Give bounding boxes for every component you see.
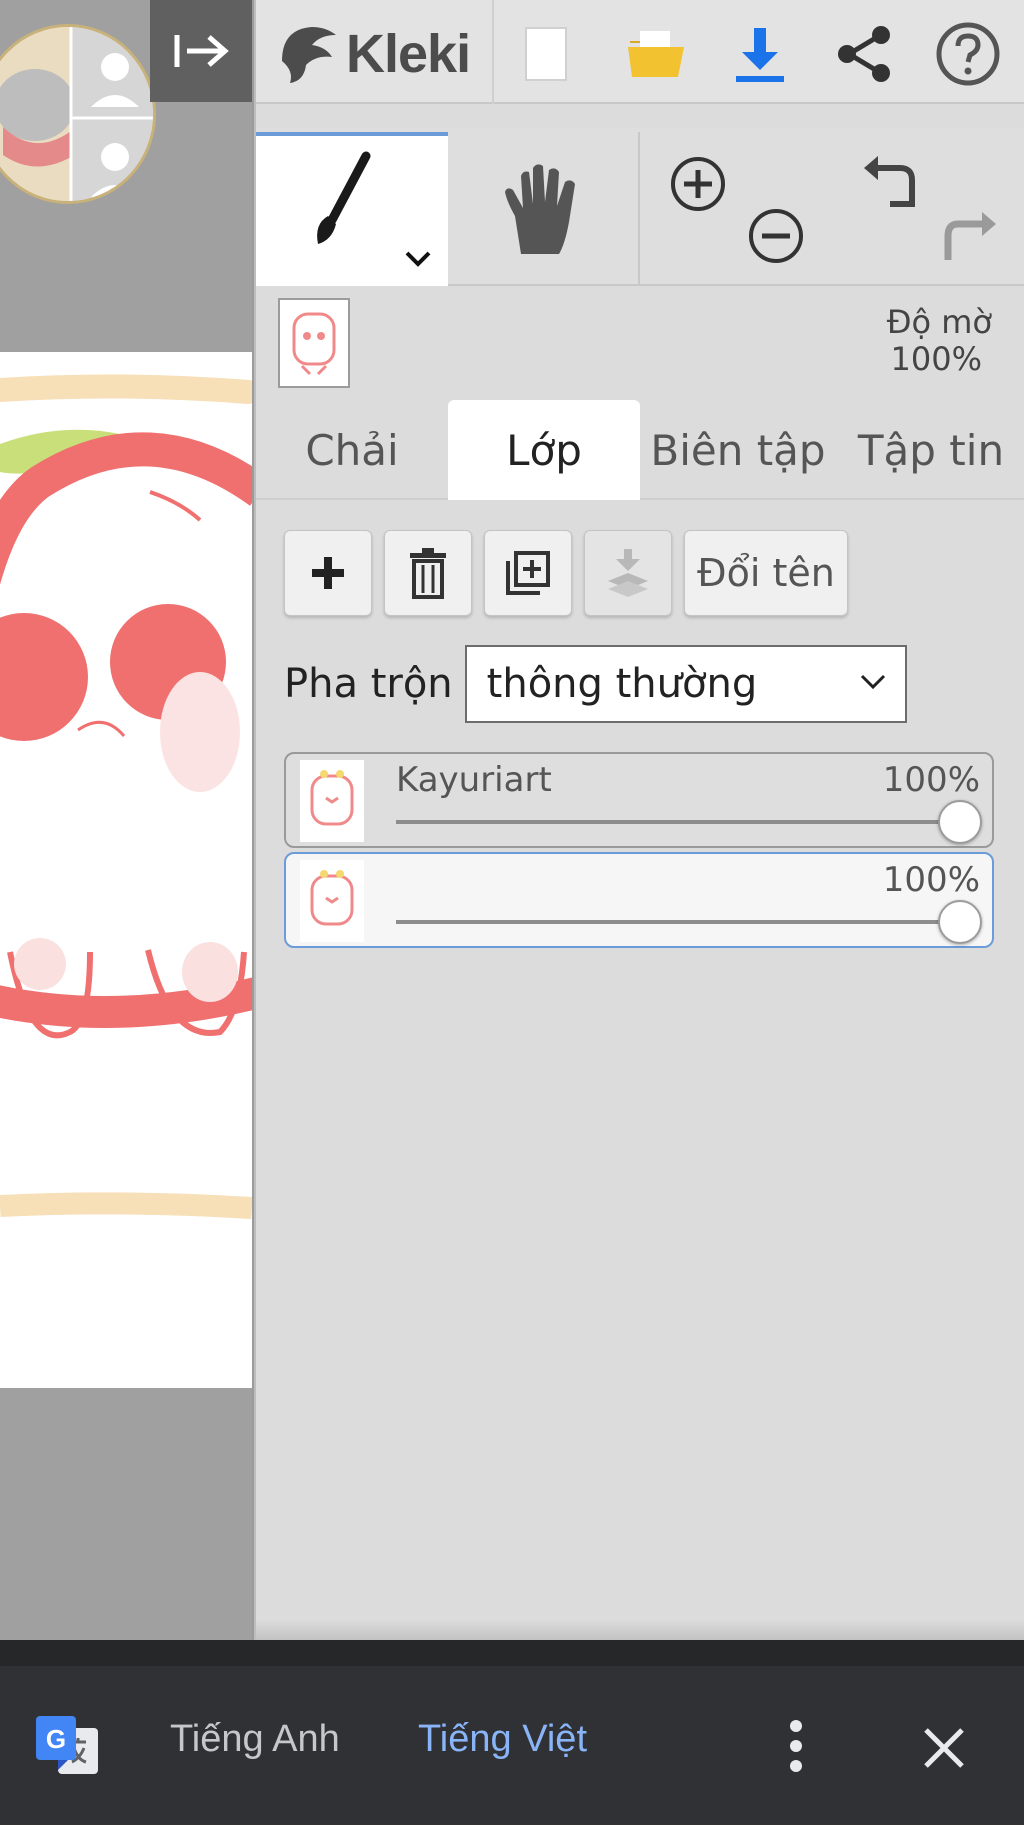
target-language-tab[interactable]: Tiếng Việt <box>418 1718 587 1761</box>
download-button[interactable] <box>720 14 800 94</box>
strawberry-drawing <box>0 374 252 1219</box>
tab-edit[interactable]: Biên tập <box>640 400 836 500</box>
layer-opacity-slider[interactable] <box>396 920 966 924</box>
layer-opacity: 100% <box>882 860 980 900</box>
layer-item-selected[interactable]: 100% <box>284 852 994 948</box>
open-button[interactable] <box>616 14 696 94</box>
brush-preview[interactable] <box>278 298 350 388</box>
drawing-canvas[interactable] <box>0 352 252 1388</box>
blend-row: Pha trộn thông thường <box>284 644 907 724</box>
layer-name: Kayuriart <box>396 760 552 800</box>
collapse-panel-button[interactable] <box>150 0 252 102</box>
help-button[interactable] <box>928 14 1008 94</box>
tab-layers[interactable]: Lớp <box>448 400 640 500</box>
share-icon <box>838 26 890 82</box>
new-image-icon <box>525 27 567 81</box>
divider <box>492 0 494 104</box>
layer-item[interactable]: Kayuriart 100% <box>284 752 994 848</box>
slider-handle[interactable] <box>938 800 982 844</box>
kleki-logo-icon <box>282 27 336 83</box>
redo-icon[interactable] <box>940 208 1000 264</box>
plus-icon <box>312 557 344 589</box>
layer-thumbnail <box>300 760 364 842</box>
undo-icon[interactable] <box>860 154 920 210</box>
chevron-down-icon[interactable] <box>404 250 432 268</box>
translate-bar: G Tiếng Anh Tiếng Việt <box>0 1640 1024 1825</box>
hand-tool-button[interactable] <box>448 132 640 286</box>
tool-panel: Kleki Độ mờ 100% Chải Lớp Biên tập Tập t… <box>254 0 1024 1640</box>
merge-down-button[interactable] <box>584 530 672 616</box>
svg-text:G: G <box>46 1724 66 1754</box>
new-image-button[interactable] <box>506 14 586 94</box>
blend-label: Pha trộn <box>284 661 453 707</box>
layer-thumbnail-image <box>310 870 354 926</box>
collab-avatar-bubble[interactable] <box>0 24 156 204</box>
app-name: Kleki <box>346 24 471 84</box>
panel-bottom-edge <box>256 1620 1024 1640</box>
top-bar: Kleki <box>256 0 1024 104</box>
opacity-label: Độ mờ <box>886 303 992 341</box>
tab-file[interactable]: Tập tin <box>836 400 1024 500</box>
duplicate-layer-button[interactable] <box>484 530 572 616</box>
slider-handle[interactable] <box>938 900 982 944</box>
close-icon[interactable] <box>920 1724 968 1772</box>
layer-opacity: 100% <box>882 760 980 800</box>
chevron-down-icon <box>860 674 885 690</box>
delete-layer-button[interactable] <box>384 530 472 616</box>
layer-opacity-slider[interactable] <box>396 820 966 824</box>
sticker-thumbnail <box>292 312 336 376</box>
layer-actions: Đổi tên <box>284 530 848 616</box>
kleki-logo[interactable]: Kleki <box>276 14 471 94</box>
canvas-area[interactable] <box>0 0 252 1640</box>
blend-mode-value: thông thường <box>486 661 758 707</box>
help-icon <box>936 22 1000 86</box>
share-button[interactable] <box>824 14 904 94</box>
brush-preview-row: Độ mờ 100% <box>256 288 1024 398</box>
brush-icon <box>317 151 371 244</box>
open-folder-icon <box>628 31 684 77</box>
merge-down-icon <box>608 549 648 597</box>
opacity-value[interactable]: 100% <box>891 340 982 378</box>
zoom-out-icon[interactable] <box>746 206 806 266</box>
collapse-arrow-icon <box>174 35 229 67</box>
google-translate-icon[interactable]: G <box>34 1714 100 1778</box>
avatar <box>0 27 153 201</box>
source-language-tab[interactable]: Tiếng Anh <box>170 1718 340 1761</box>
more-vert-icon[interactable] <box>778 1716 814 1776</box>
rename-layer-button[interactable]: Đổi tên <box>684 530 848 616</box>
panel-tabs: Chải Lớp Biên tập Tập tin <box>256 400 1024 500</box>
tool-row <box>256 128 1024 286</box>
zoom-in-icon[interactable] <box>668 154 728 214</box>
add-layer-button[interactable] <box>284 530 372 616</box>
layer-thumbnail <box>300 860 364 942</box>
duplicate-icon <box>506 551 550 595</box>
tab-brush[interactable]: Chải <box>256 400 448 500</box>
blend-mode-select[interactable]: thông thường <box>464 645 907 723</box>
trash-icon <box>410 548 446 599</box>
download-icon <box>736 28 784 82</box>
hand-icon <box>505 164 575 254</box>
brush-tool-button[interactable] <box>256 132 448 286</box>
layer-thumbnail-image <box>310 770 354 826</box>
